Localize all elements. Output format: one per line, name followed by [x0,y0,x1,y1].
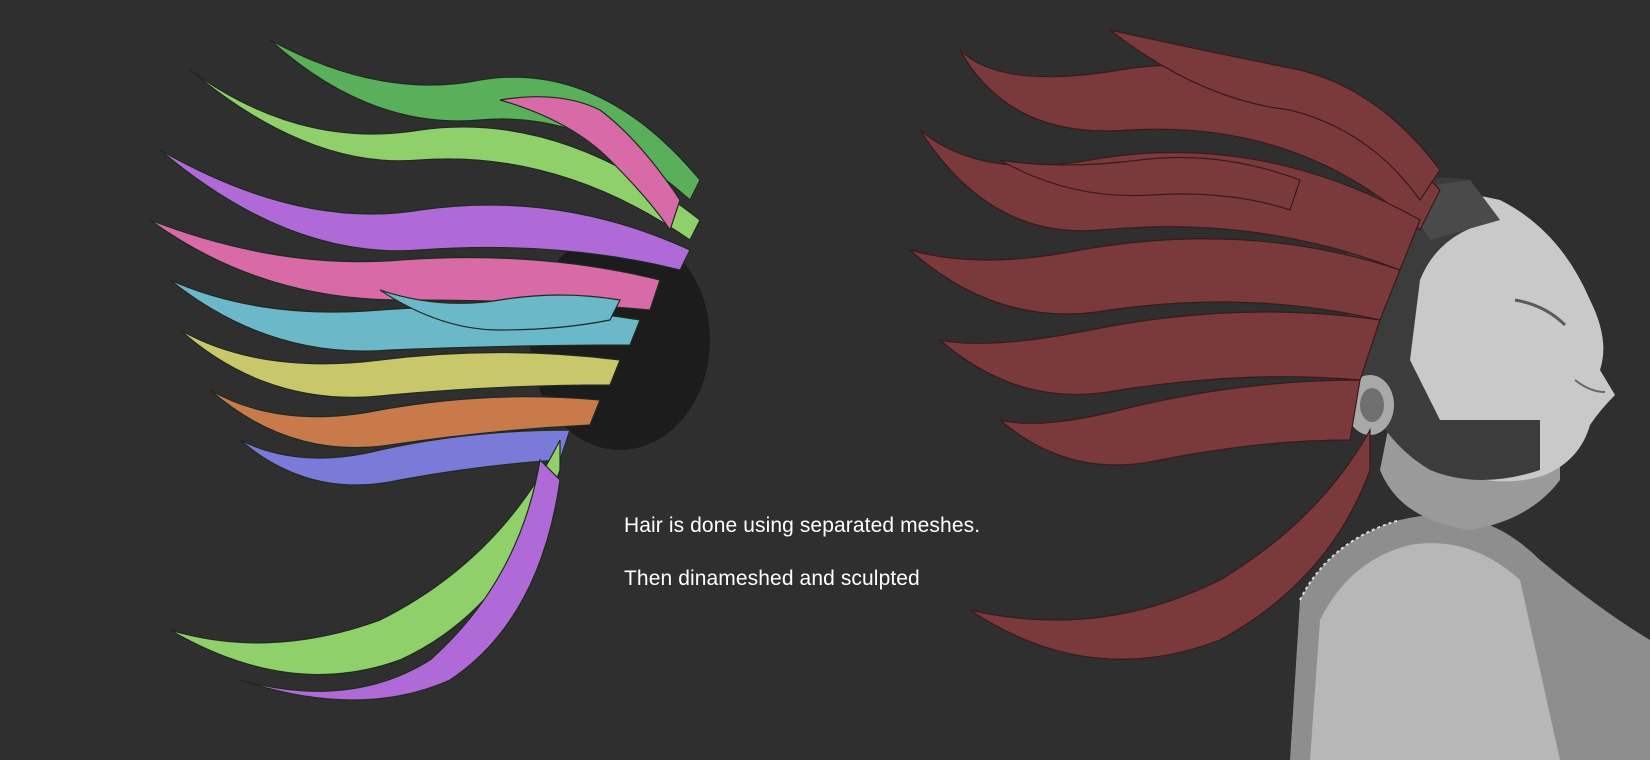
sculpted-hair-render [909,29,1650,760]
caption-line-1: Hair is done using separated meshes. [624,514,981,537]
caption-line-2: Then dinameshed and sculpted [624,567,920,590]
render-canvas: Hair is done using separated meshes. The… [0,0,1650,760]
hair-strand [909,238,1401,321]
